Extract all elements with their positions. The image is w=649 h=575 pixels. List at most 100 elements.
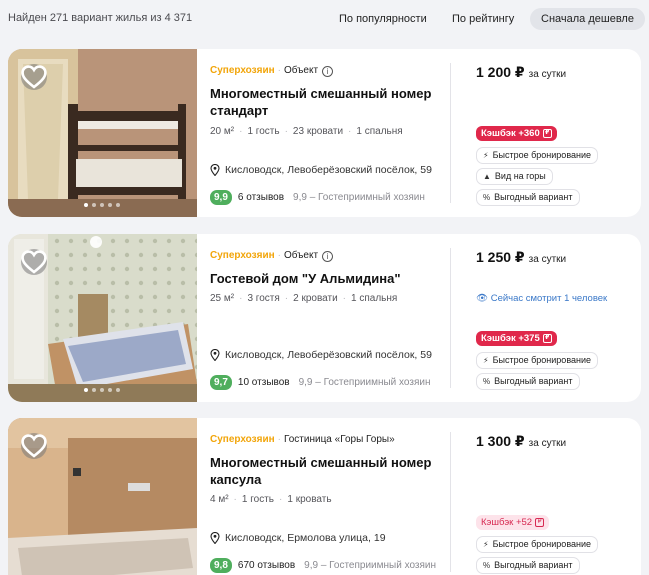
- viewing-text: Сейчас смотрит 1 человек: [490, 293, 608, 304]
- photo-pagination[interactable]: [84, 388, 120, 392]
- property-type: Объект: [284, 65, 319, 76]
- info-icon[interactable]: i: [322, 251, 334, 262]
- price-value: 1 250 ₽: [476, 249, 525, 265]
- feature-good-deal: % Выгодный вариант: [476, 189, 580, 206]
- cashback-icon: ₽: [542, 129, 552, 138]
- feature-label: Быстрое бронирование: [492, 355, 592, 365]
- favorite-button[interactable]: [21, 433, 47, 459]
- listing-photo[interactable]: [8, 418, 197, 575]
- listing-tags: Суперхозяин · Гостиница «Горы Горы»: [210, 434, 395, 445]
- listing-address[interactable]: Кисловодск, Ермолова улица, 19: [210, 532, 386, 544]
- cashback-badge: Кэшбэк +360 ₽: [476, 126, 557, 141]
- spec-area: 25 м²: [210, 293, 235, 304]
- rating-score: 9,9: [210, 190, 232, 205]
- location-pin-icon: [210, 349, 220, 361]
- sort-rating-button[interactable]: По рейтингу: [441, 8, 525, 30]
- spec-beds: 1 кровать: [274, 494, 332, 505]
- feature-good-deal: % Выгодный вариант: [476, 373, 580, 390]
- cashback-text: Кэшбэк +375: [481, 333, 540, 344]
- heart-icon: [21, 250, 47, 274]
- listing-address[interactable]: Кисловодск, Левоберёзовский посёлок, 59: [210, 349, 432, 361]
- listing-address[interactable]: Кисловодск, Левоберёзовский посёлок, 59: [210, 164, 432, 176]
- spec-beds: 2 кровати: [280, 293, 338, 304]
- heart-icon: [21, 65, 47, 89]
- spec-beds: 23 кровати: [280, 126, 343, 137]
- reviews-link[interactable]: 670 отзывов: [238, 560, 295, 571]
- price-period: за сутки: [528, 69, 567, 80]
- photo-pagination[interactable]: [84, 203, 120, 207]
- listing-card[interactable]: Суперхозяин · Объект i Гостевой дом "У Альм…: [8, 234, 641, 402]
- listing-title[interactable]: Многоместный смешанный номер капсула: [210, 454, 442, 488]
- feature-good-deal: % Выгодный вариант: [476, 557, 580, 574]
- superhost-badge: Суперхозяин: [210, 65, 275, 76]
- favorite-button[interactable]: [21, 249, 47, 275]
- listing-card[interactable]: Суперхозяин · Гостиница «Горы Горы» Многом…: [8, 418, 641, 575]
- feature-fast-booking: ⚡ Быстрое бронирование: [476, 147, 599, 164]
- feature-fast-booking: ⚡ Быстрое бронирование: [476, 352, 599, 369]
- favorite-button[interactable]: [21, 64, 47, 90]
- info-icon[interactable]: i: [322, 66, 334, 77]
- price-amount: 1 250 ₽ за сутки: [476, 249, 566, 266]
- price-period: за сутки: [528, 438, 567, 449]
- spec-bedrooms: 1 спальня: [338, 293, 398, 304]
- listing-tags: Суперхозяин · Объект i: [210, 65, 334, 77]
- listing-specs: 25 м²3 гостя2 кровати1 спальня: [210, 293, 397, 304]
- superhost-badge: Суперхозяин: [210, 250, 275, 261]
- address-text: Кисловодск, Левоберёзовский посёлок, 59: [225, 164, 432, 176]
- host-rating-note: 9,9 – Гостеприимный хозяин: [304, 560, 437, 571]
- viewing-now-indicator: 👁 Сейчас смотрит 1 человек: [476, 293, 607, 304]
- price-value: 1 300 ₽: [476, 433, 525, 449]
- address-text: Кисловодск, Ермолова улица, 19: [225, 532, 386, 544]
- divider: [450, 432, 451, 572]
- spec-area: 4 м²: [210, 494, 229, 505]
- sort-popularity-button[interactable]: По популярности: [328, 8, 438, 30]
- sort-cheapest-button[interactable]: Сначала дешевле: [530, 8, 645, 30]
- reviews-link[interactable]: 10 отзывов: [238, 377, 290, 388]
- address-text: Кисловодск, Левоберёзовский посёлок, 59: [225, 349, 432, 361]
- host-rating-note: 9,9 – Гостеприимный хозяин: [293, 192, 425, 203]
- feature-label: Быстрое бронирование: [492, 539, 592, 549]
- feature-label: Выгодный вариант: [494, 192, 573, 202]
- host-rating-note: 9,9 – Гостеприимный хозяин: [298, 377, 431, 388]
- property-type: Объект: [284, 250, 319, 261]
- eye-icon: 👁: [476, 293, 489, 304]
- listing-photo[interactable]: [8, 234, 197, 402]
- lightning-icon: ⚡: [483, 540, 489, 549]
- rating-score: 9,7: [210, 375, 232, 390]
- cashback-icon: ₽: [542, 334, 552, 343]
- feature-label: Выгодный вариант: [494, 376, 573, 386]
- spec-guests: 1 гость: [229, 494, 274, 505]
- listing-title[interactable]: Многоместный смешанный номер стандарт: [210, 85, 442, 119]
- rating-score: 9,8: [210, 558, 232, 573]
- price-value: 1 200 ₽: [476, 64, 525, 80]
- spec-guests: 3 гостя: [234, 293, 280, 304]
- results-toolbar: Найден 271 вариант жилья из 4 371 По поп…: [0, 0, 649, 38]
- spec-area: 20 м²: [210, 126, 235, 137]
- cashback-badge: Кэшбэк +375 ₽: [476, 331, 557, 346]
- rating-row: 9,8 670 отзывов 9,9 – Гостеприимный хозя…: [210, 558, 436, 573]
- cashback-icon: ₽: [535, 518, 545, 527]
- feature-mountain-view: ▲ Вид на горы: [476, 168, 553, 185]
- percent-icon: %: [483, 193, 491, 202]
- listing-card[interactable]: Суперхозяин · Объект i Многоместный смешанн…: [8, 49, 641, 217]
- price-amount: 1 300 ₽ за сутки: [476, 433, 566, 450]
- heart-icon: [21, 434, 47, 458]
- listing-specs: 20 м²1 гость23 кровати1 спальня: [210, 126, 403, 137]
- mountain-icon: ▲: [483, 172, 491, 181]
- spec-bedrooms: 1 спальня: [343, 126, 403, 137]
- feature-label: Быстрое бронирование: [492, 150, 592, 160]
- percent-icon: %: [483, 561, 491, 570]
- price-amount: 1 200 ₽ за сутки: [476, 64, 566, 81]
- feature-label: Вид на горы: [494, 171, 546, 181]
- divider: [450, 63, 451, 203]
- listing-tags: Суперхозяин · Объект i: [210, 250, 334, 262]
- listing-photo[interactable]: [8, 49, 197, 217]
- location-pin-icon: [210, 164, 220, 176]
- reviews-link[interactable]: 6 отзывов: [238, 192, 284, 203]
- rating-row: 9,7 10 отзывов 9,9 – Гостеприимный хозяи…: [210, 375, 430, 390]
- feature-fast-booking: ⚡ Быстрое бронирование: [476, 536, 599, 553]
- lightning-icon: ⚡: [483, 356, 489, 365]
- listing-title[interactable]: Гостевой дом "У Альмидина": [210, 270, 442, 287]
- percent-icon: %: [483, 377, 491, 386]
- lightning-icon: ⚡: [483, 151, 489, 160]
